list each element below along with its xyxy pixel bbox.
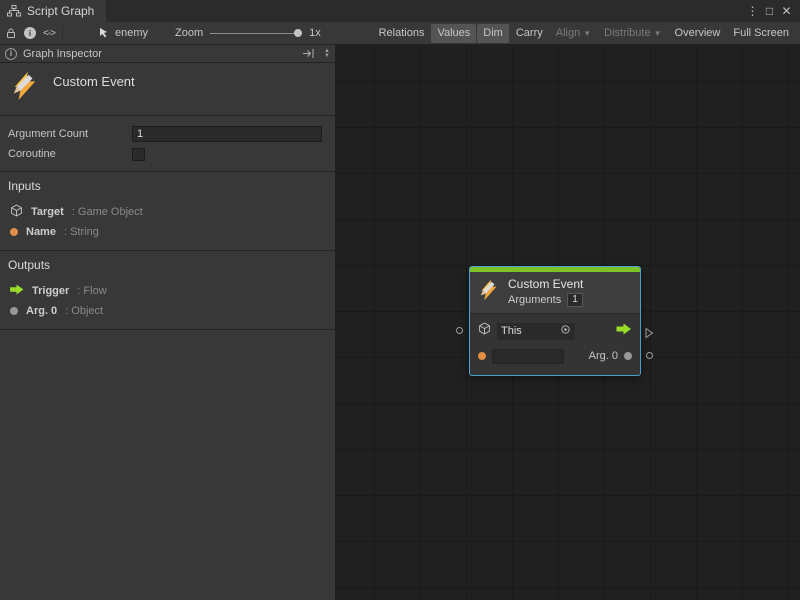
- graph-pointer-icon: [98, 27, 110, 39]
- chevron-down-icon: ▼: [583, 29, 591, 38]
- port-name: Trigger: [32, 285, 69, 297]
- argument-count-input[interactable]: [132, 126, 322, 142]
- node-header[interactable]: Custom Event Arguments 1: [470, 272, 640, 313]
- outputs-section: Outputs Trigger : Flow Arg. 0 : Object: [0, 251, 335, 330]
- dock-panel-icon[interactable]: [302, 48, 315, 59]
- arguments-label: Arguments: [508, 294, 561, 306]
- main-area: i Graph Inspector ▲ ▼: [0, 45, 800, 600]
- object-dot-icon: [10, 307, 18, 315]
- outputs-title: Outputs: [8, 258, 327, 272]
- zoom-slider[interactable]: [210, 28, 302, 38]
- graph-breadcrumb[interactable]: enemy: [98, 27, 148, 39]
- custom-event-node[interactable]: Custom Event Arguments 1: [470, 267, 640, 375]
- chevron-down-icon: ▼: [654, 29, 662, 38]
- align-label: Align: [556, 27, 580, 39]
- coroutine-label: Coroutine: [8, 148, 132, 160]
- string-dot-icon: [10, 228, 18, 236]
- custom-event-icon: [478, 279, 500, 306]
- node-row-name: Arg. 0: [478, 346, 632, 366]
- toolbar-buttons: Relations Values Dim Carry Align ▼ Distr…: [373, 24, 795, 43]
- window-menu-icon[interactable]: ⋮: [744, 0, 761, 22]
- port-name: Arg. 0: [26, 305, 57, 317]
- spin-down-icon[interactable]: ▼: [324, 54, 330, 59]
- event-title: Custom Event: [53, 74, 135, 89]
- window-controls: ⋮ □ ✕: [744, 0, 800, 22]
- name-port-icon[interactable]: [478, 352, 486, 360]
- arg0-label: Arg. 0: [589, 350, 618, 362]
- carry-button[interactable]: Carry: [510, 24, 549, 43]
- cube-icon: [478, 322, 491, 340]
- zoom-value: 1x: [309, 27, 321, 39]
- target-value: This: [501, 325, 522, 337]
- port-name: Name: [26, 226, 56, 238]
- input-row-target: Target : Game Object: [8, 202, 327, 222]
- lock-icon[interactable]: [5, 27, 17, 39]
- zoom-label: Zoom: [175, 27, 203, 39]
- unity-script-graph-window: Script Graph ⋮ □ ✕ i <-> enemy Zoom 1x: [0, 0, 800, 600]
- event-name-input[interactable]: [492, 349, 564, 364]
- graph-inspector-panel: i Graph Inspector ▲ ▼: [0, 45, 336, 600]
- output-row-arg0: Arg. 0 : Object: [8, 301, 327, 321]
- code-icon[interactable]: <->: [43, 28, 55, 39]
- pane-spinner[interactable]: ▲ ▼: [321, 49, 333, 59]
- graph-toolbar: i <-> enemy Zoom 1x Relations Values Dim…: [0, 22, 800, 45]
- info-icon: i: [5, 48, 17, 60]
- event-fields: Argument Count Coroutine: [0, 116, 335, 172]
- overview-button[interactable]: Overview: [669, 24, 727, 43]
- inspector-title: Graph Inspector: [23, 48, 102, 60]
- info-icon[interactable]: i: [24, 27, 36, 39]
- node-title: Custom Event: [508, 277, 583, 291]
- dim-button[interactable]: Dim: [477, 24, 509, 43]
- relations-button[interactable]: Relations: [373, 24, 431, 43]
- tab-script-graph[interactable]: Script Graph: [0, 0, 106, 22]
- inputs-title: Inputs: [8, 179, 327, 193]
- inputs-section: Inputs Target : Game Object Name : Strin…: [0, 172, 335, 251]
- argument-count-label: Argument Count: [8, 128, 132, 140]
- arguments-count-field[interactable]: 1: [567, 293, 583, 307]
- full-screen-button[interactable]: Full Screen: [727, 24, 795, 43]
- align-button[interactable]: Align ▼: [550, 24, 597, 43]
- trigger-port-icon[interactable]: [616, 322, 632, 340]
- node-row-target: This: [478, 321, 632, 341]
- port-type: : Flow: [77, 285, 106, 297]
- flow-arrow-icon: [10, 284, 24, 298]
- distribute-label: Distribute: [604, 27, 650, 39]
- input-row-name: Name : String: [8, 222, 327, 242]
- node-arguments-row: Arguments 1: [508, 293, 583, 307]
- target-object-field[interactable]: This: [497, 323, 575, 340]
- target-connection-port[interactable]: [456, 327, 463, 334]
- values-button[interactable]: Values: [431, 24, 476, 43]
- script-graph-icon: [7, 5, 21, 17]
- port-name: Target: [31, 206, 64, 218]
- cube-icon: [10, 204, 23, 220]
- coroutine-checkbox[interactable]: [132, 148, 145, 161]
- graph-canvas[interactable]: Custom Event Arguments 1: [336, 45, 800, 600]
- node-body: This Arg. 0: [470, 313, 640, 375]
- arg0-connection-port[interactable]: [646, 352, 653, 359]
- window-titlebar: Script Graph ⋮ □ ✕: [0, 0, 800, 22]
- argument-count-row: Argument Count: [8, 124, 322, 144]
- inspector-header: i Graph Inspector ▲ ▼: [0, 45, 335, 63]
- event-header: Custom Event: [0, 63, 335, 116]
- inspector-empty-area: [0, 330, 335, 600]
- port-type: : String: [64, 226, 99, 238]
- trigger-connection-port[interactable]: [645, 326, 654, 344]
- toolbar-separator: [62, 26, 63, 40]
- coroutine-row: Coroutine: [8, 144, 322, 164]
- tab-label: Script Graph: [27, 4, 94, 18]
- distribute-button[interactable]: Distribute ▼: [598, 24, 667, 43]
- window-close-icon[interactable]: ✕: [778, 0, 795, 22]
- output-row-trigger: Trigger : Flow: [8, 281, 327, 301]
- zoom-slider-knob[interactable]: [294, 29, 302, 37]
- window-maximize-icon[interactable]: □: [761, 0, 778, 22]
- port-type: : Object: [65, 305, 103, 317]
- zoom-slider-track: [210, 33, 302, 34]
- arg0-port-icon[interactable]: [624, 352, 632, 360]
- object-picker-icon[interactable]: [560, 324, 571, 338]
- port-type: : Game Object: [72, 206, 143, 218]
- custom-event-icon: [10, 71, 40, 104]
- graph-name-label: enemy: [115, 27, 148, 39]
